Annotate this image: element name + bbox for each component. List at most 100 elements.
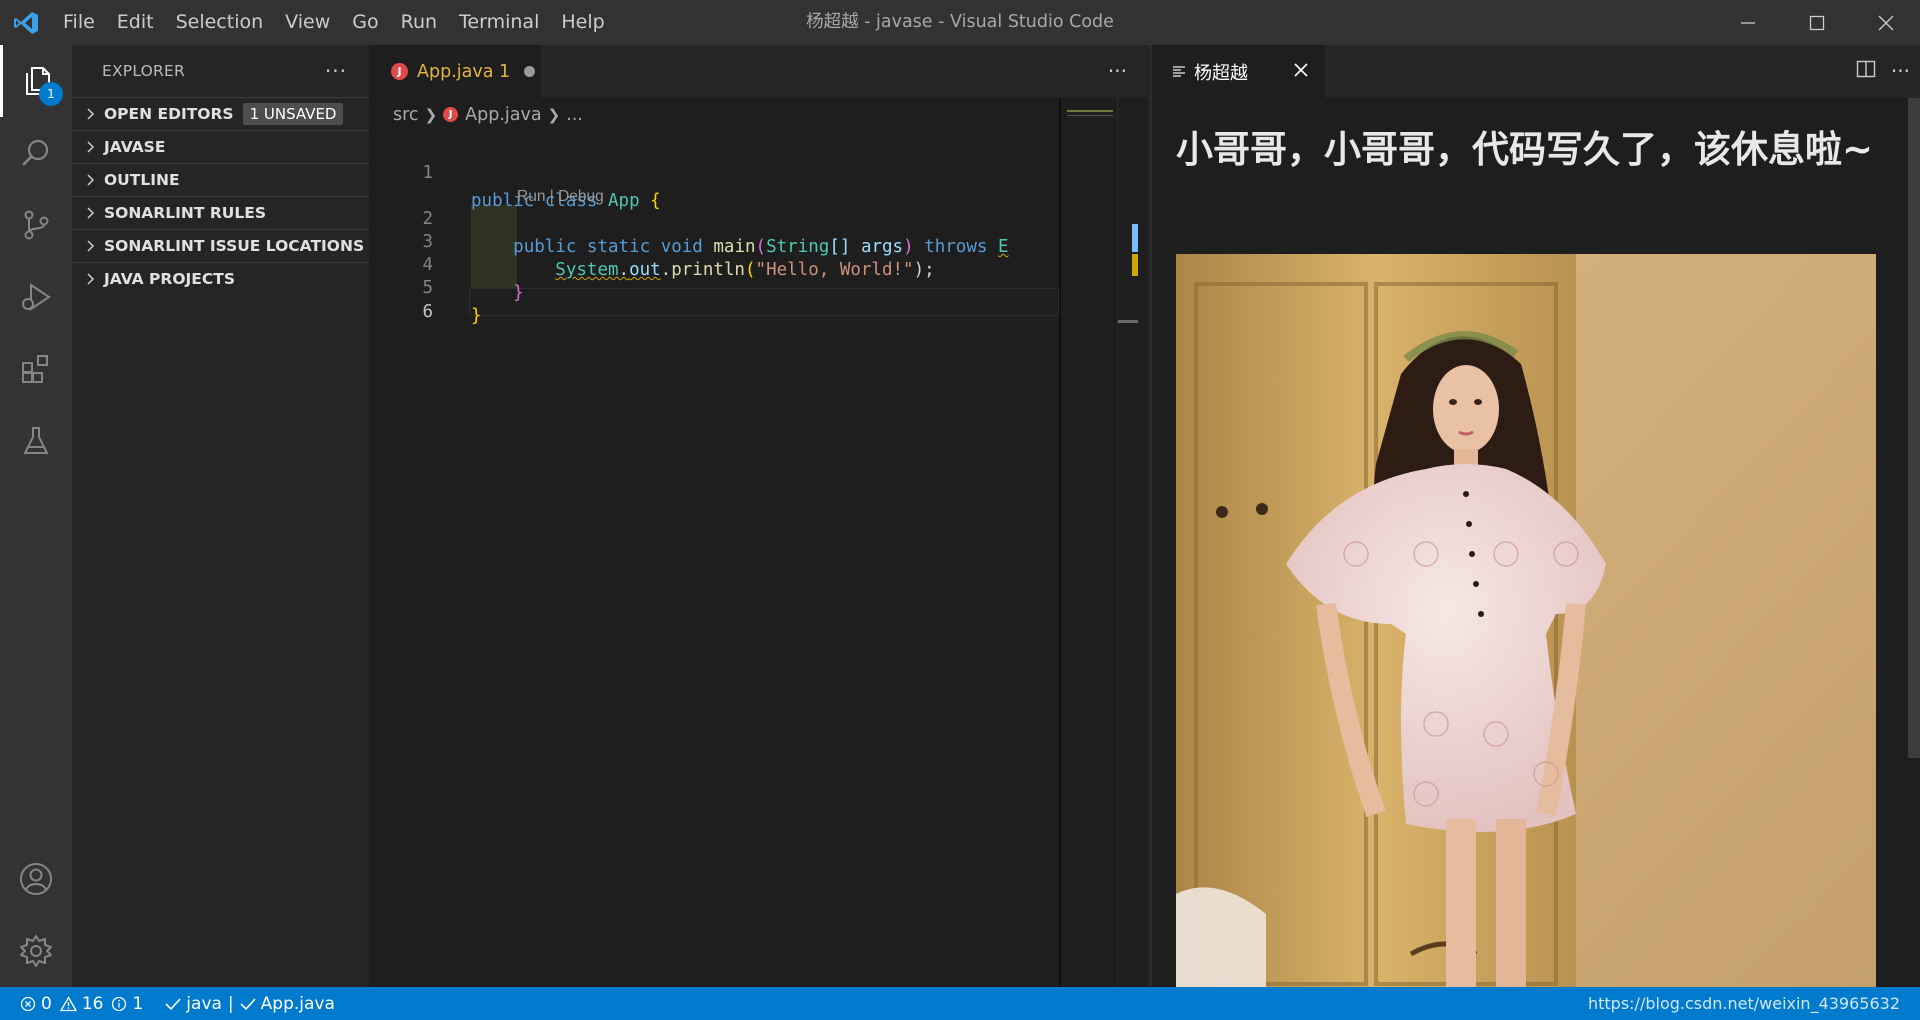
sidebar-header: EXPLORER ···: [72, 45, 369, 97]
search-icon: [22, 139, 49, 166]
editor-group-preview: 杨超越 ··· 小哥哥，小哥哥，代码写久了，该休息啦~: [1152, 45, 1920, 987]
preview-actions: ···: [1855, 58, 1910, 84]
java-file-icon: J: [391, 63, 408, 80]
section-open-editors[interactable]: OPEN EDITORS 1 UNSAVED: [72, 97, 369, 130]
preview-lines-icon: [1173, 65, 1185, 77]
extensions-icon: [22, 355, 48, 383]
breadcrumb-file[interactable]: App.java: [465, 105, 541, 125]
maximize-icon: [1809, 15, 1824, 30]
activity-search[interactable]: [0, 117, 72, 189]
section-javase[interactable]: JAVASE: [72, 130, 369, 163]
warning-count: 16: [81, 993, 104, 1014]
java-label: java: [186, 993, 222, 1014]
menu-edit[interactable]: Edit: [106, 0, 165, 45]
section-outline[interactable]: OUTLINE: [72, 163, 369, 196]
ruler-cursor: [1118, 320, 1138, 323]
activity-source-control[interactable]: [0, 189, 72, 261]
explorer-sidebar: EXPLORER ··· OPEN EDITORS 1 UNSAVED JAVA…: [72, 45, 369, 987]
breadcrumb-tail[interactable]: ...: [566, 105, 583, 125]
menu-help[interactable]: Help: [550, 0, 615, 45]
chevron-right-icon: [80, 174, 102, 186]
info-icon: [112, 996, 127, 1011]
error-count: 0: [41, 993, 52, 1014]
warning-icon: [59, 995, 77, 1011]
unsaved-badge: 1 UNSAVED: [242, 103, 344, 125]
minimap[interactable]: [1059, 98, 1117, 987]
run-debug-icon: [22, 283, 51, 311]
explorer-badge: 1: [39, 82, 63, 106]
close-window-button[interactable]: [1851, 0, 1920, 45]
title-bar: File Edit Selection View Go Run Terminal…: [0, 0, 1920, 45]
menu-view[interactable]: View: [274, 0, 341, 45]
watermark-url: https://blog.csdn.net/weixin_43965632: [1587, 994, 1900, 1013]
sidebar-title: EXPLORER: [102, 62, 185, 80]
chevron-right-icon: [80, 273, 102, 285]
tab-label: App.java 1: [417, 61, 511, 82]
editor-more-actions[interactable]: ···: [1108, 59, 1127, 83]
window-controls: [1713, 0, 1920, 45]
breadcrumb: src ❯ J App.java ❯ ...: [369, 98, 1149, 131]
java-file-icon: J: [443, 107, 459, 122]
code-line[interactable]: 1 public class App {: [369, 131, 1059, 211]
overview-ruler[interactable]: [1117, 98, 1149, 987]
code-token: }: [471, 306, 482, 326]
section-label: OPEN EDITORS: [104, 105, 234, 123]
section-java-projects[interactable]: JAVA PROJECTS: [72, 262, 369, 295]
sidebar-more-actions[interactable]: ···: [325, 59, 347, 83]
editor-group-code: J App.java 1 ··· src ❯ J App.java ❯ ... …: [369, 45, 1149, 987]
preview-more-actions[interactable]: ···: [1891, 59, 1910, 83]
vscode-logo-icon: [0, 0, 52, 45]
account-icon: [20, 863, 52, 895]
check-icon: [165, 997, 181, 1010]
split-editor-button[interactable]: [1855, 58, 1877, 84]
markdown-preview: 小哥哥，小哥哥，代码写久了，该休息啦~: [1152, 98, 1906, 987]
maximize-button[interactable]: [1782, 0, 1851, 45]
split-editor-icon: [1856, 60, 1876, 78]
activity-testing[interactable]: [0, 405, 72, 477]
activity-bar: 1: [0, 45, 72, 987]
scrollbar-thumb[interactable]: [1908, 98, 1920, 758]
menu-bar: File Edit Selection View Go Run Terminal…: [52, 0, 616, 45]
section-label: JAVASE: [104, 138, 166, 156]
preview-heading: 小哥哥，小哥哥，代码写久了，该休息啦~: [1176, 128, 1874, 171]
activity-accounts[interactable]: [0, 843, 72, 915]
breadcrumb-folder[interactable]: src: [393, 105, 419, 125]
error-icon: [20, 996, 36, 1011]
menu-run[interactable]: Run: [390, 0, 448, 45]
tab-label: 杨超越: [1194, 62, 1248, 84]
java-status[interactable]: java | App.java: [165, 994, 335, 1014]
unsaved-dot-icon[interactable]: [524, 66, 536, 77]
activity-manage[interactable]: [0, 915, 72, 987]
chevron-right-icon: [80, 240, 102, 252]
code-editor[interactable]: 1 public class App { Run | Debug 2 publi…: [369, 131, 1059, 987]
tab-app-java[interactable]: J App.java 1: [369, 45, 541, 98]
section-label: SONARLINT RULES: [104, 204, 266, 222]
section-label: SONARLINT ISSUE LOCATIONS: [104, 237, 365, 255]
code-line[interactable]: 6: [369, 270, 1059, 322]
minimize-button[interactable]: [1713, 0, 1782, 45]
tab-preview[interactable]: 杨超越: [1152, 45, 1325, 98]
preview-photo: [1176, 254, 1876, 987]
activity-extensions[interactable]: [0, 333, 72, 405]
chevron-right-icon: [80, 141, 102, 153]
minimize-icon: [1740, 21, 1755, 24]
section-sonarlint-issue-locations[interactable]: SONARLINT ISSUE LOCATIONS: [72, 229, 369, 262]
check-icon: [240, 997, 256, 1010]
chevron-right-icon: [80, 207, 102, 219]
menu-selection[interactable]: Selection: [165, 0, 275, 45]
chevron-right-icon: ❯: [547, 105, 561, 124]
close-icon: [1294, 63, 1308, 77]
activity-explorer[interactable]: 1: [0, 45, 72, 117]
menu-go[interactable]: Go: [341, 0, 389, 45]
menu-file[interactable]: File: [52, 0, 106, 45]
problems-indicator[interactable]: 0 16 1: [20, 994, 143, 1014]
menu-terminal[interactable]: Terminal: [448, 0, 550, 45]
ruler-marker: [1132, 224, 1138, 252]
close-tab-button[interactable]: [1291, 60, 1311, 84]
section-sonarlint-rules[interactable]: SONARLINT RULES: [72, 196, 369, 229]
activity-run-debug[interactable]: [0, 261, 72, 333]
line-number: 6: [422, 302, 433, 322]
file-label: App.java: [260, 993, 335, 1014]
preview-scrollbar[interactable]: [1906, 98, 1920, 987]
preview-tab-bar: 杨超越 ···: [1152, 45, 1920, 98]
